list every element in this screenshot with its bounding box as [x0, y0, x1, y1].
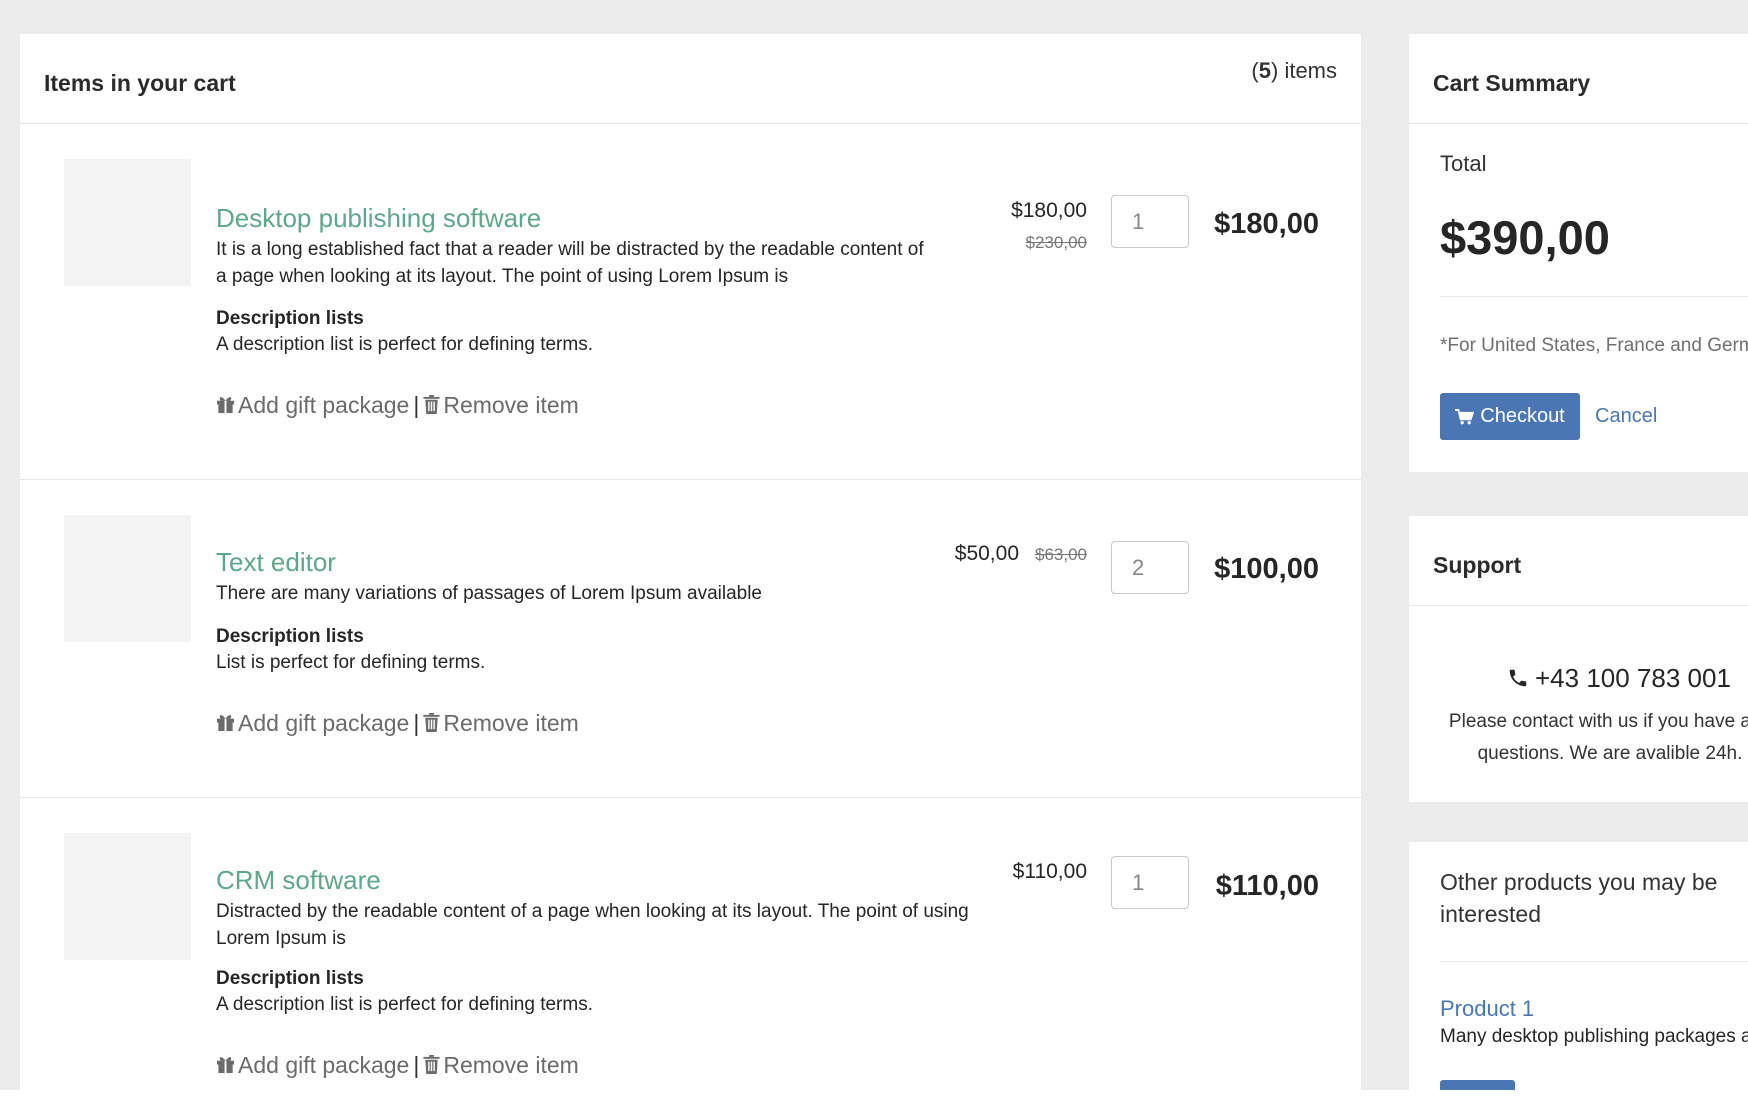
- item-actions: Add gift package | Remove item: [216, 1052, 579, 1079]
- quantity-input[interactable]: [1111, 856, 1189, 909]
- page-viewport: Items in your cart (5) items Desktop pub…: [0, 0, 1748, 1090]
- description-list-term: Description lists: [216, 626, 364, 647]
- action-separator: |: [413, 710, 420, 736]
- cart-title: Items in your cart: [44, 70, 236, 96]
- trash-icon: [423, 713, 440, 732]
- cancel-link[interactable]: Cancel: [1595, 405, 1657, 428]
- cart-summary-title: Cart Summary: [1433, 70, 1591, 96]
- product-description: It is a long established fact that a rea…: [216, 239, 924, 287]
- checkout-label: Checkout: [1480, 405, 1565, 427]
- cart-item: CRM software Distracted by the readable …: [20, 798, 1361, 1090]
- product-thumbnail[interactable]: [64, 159, 191, 286]
- cart-item: Desktop publishing software It is a long…: [20, 124, 1361, 480]
- cart-summary-panel: Cart Summary Total $390,00 *For United S…: [1409, 34, 1748, 472]
- original-price: $63,00: [1035, 545, 1087, 564]
- summary-divider: [1440, 296, 1748, 297]
- support-title: Support: [1433, 552, 1522, 578]
- gift-icon: [216, 715, 235, 732]
- product-1-description: Many desktop publishing packages and web…: [1440, 1026, 1748, 1047]
- cart-item: Text editor There are many variations of…: [20, 480, 1361, 798]
- other-products-panel: Other products you may be interested Pro…: [1409, 842, 1748, 1090]
- product-description: Distracted by the readable content of a …: [216, 901, 969, 949]
- description-list-definition: A description list is perfect for defini…: [216, 994, 593, 1015]
- remove-item-link[interactable]: Remove item: [423, 710, 579, 736]
- cart-panel: Items in your cart (5) items Desktop pub…: [20, 34, 1361, 1090]
- unit-price: $180,00: [1011, 199, 1087, 222]
- product-title-link[interactable]: CRM software: [216, 865, 381, 896]
- support-text: Please contact with us if you have any q…: [1448, 711, 1748, 764]
- support-phone[interactable]: +43 100 783 001: [1507, 663, 1731, 694]
- description-list-term: Description lists: [216, 308, 364, 329]
- cart-summary-header: Cart Summary: [1409, 34, 1748, 124]
- description-list-term: Description lists: [216, 968, 364, 989]
- gift-icon: [216, 397, 235, 414]
- unit-price: $110,00: [1012, 860, 1087, 883]
- quantity-input[interactable]: [1111, 195, 1189, 248]
- phone-icon: [1509, 669, 1527, 687]
- product-thumbnail[interactable]: [64, 515, 191, 642]
- checkout-button[interactable]: Checkout: [1440, 393, 1580, 440]
- product-1-link[interactable]: Product 1: [1440, 996, 1534, 1022]
- add-gift-package-link[interactable]: Add gift package: [216, 1052, 409, 1078]
- shopping-cart-icon: [1455, 408, 1475, 424]
- items-count-number: 5: [1258, 58, 1271, 83]
- support-panel: Support +43 100 783 001 Please contact w…: [1409, 516, 1748, 802]
- line-total: $180,00: [1214, 208, 1319, 240]
- line-total: $110,00: [1215, 870, 1319, 902]
- gift-icon: [216, 1057, 235, 1074]
- product-description: There are many variations of passages of…: [216, 583, 762, 604]
- add-gift-package-link[interactable]: Add gift package: [216, 710, 409, 736]
- product-title-link[interactable]: Desktop publishing software: [216, 203, 541, 234]
- description-list-definition: A description list is perfect for defini…: [216, 334, 593, 355]
- product-thumbnail[interactable]: [64, 833, 191, 960]
- unit-price: $50,00: [954, 542, 1019, 565]
- product-title-link[interactable]: Text editor: [216, 547, 336, 578]
- quantity-input[interactable]: [1111, 541, 1189, 594]
- cart-panel-header: Items in your cart (5) items: [20, 34, 1361, 124]
- add-gift-package-link[interactable]: Add gift package: [216, 392, 409, 418]
- support-header: Support: [1409, 516, 1748, 606]
- original-price: $230,00: [1025, 233, 1087, 252]
- trash-icon: [423, 395, 440, 414]
- trash-icon: [423, 1055, 440, 1074]
- item-actions: Add gift package | Remove item: [216, 392, 579, 419]
- support-phone-number: +43 100 783 001: [1535, 663, 1731, 693]
- description-list-definition: List is perfect for defining terms.: [216, 652, 486, 673]
- action-separator: |: [413, 392, 420, 418]
- total-label: Total: [1440, 151, 1487, 176]
- total-amount: $390,00: [1440, 211, 1610, 264]
- item-actions: Add gift package | Remove item: [216, 710, 579, 737]
- line-total: $100,00: [1214, 553, 1319, 585]
- other-products-title: Other products you may be interested: [1440, 869, 1718, 927]
- tax-note: *For United States, France and Germany a…: [1440, 335, 1748, 356]
- items-count: (5) items: [1251, 58, 1337, 83]
- remove-item-link[interactable]: Remove item: [423, 392, 579, 418]
- remove-item-link[interactable]: Remove item: [423, 1052, 579, 1078]
- action-separator: |: [413, 1052, 420, 1078]
- product-1-button[interactable]: [1440, 1080, 1515, 1090]
- other-products-divider: [1440, 961, 1748, 962]
